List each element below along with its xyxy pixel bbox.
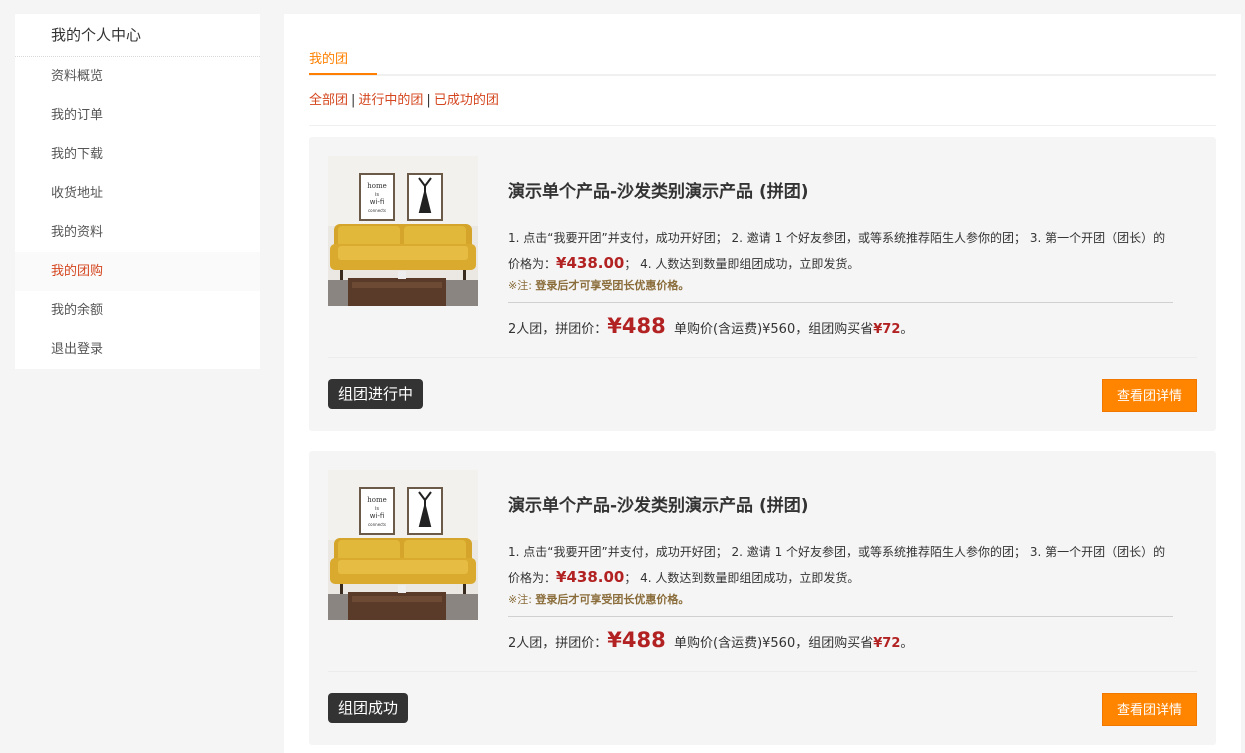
group-card: home is wi-fi connects 演示单个产品-沙发类别演示产品 (… <box>309 137 1216 431</box>
group-info: 演示单个产品-沙发类别演示产品 (拼团) 1. 点击“我要开团”并支付，成功开好… <box>508 491 1173 655</box>
saving-amount: ¥72 <box>873 322 901 337</box>
login-note: ※注: 登录后才可享受团长优惠价格。 <box>508 277 1173 295</box>
filter-successful-groups[interactable]: 已成功的团 <box>434 93 499 108</box>
sidebar-item-group-buy[interactable]: 我的团购 <box>15 252 260 291</box>
single-price-text: 单购价(含运费)¥560，组团购买省 <box>674 322 874 337</box>
card-footer: 组团进行中 查看团详情 <box>328 357 1197 431</box>
saving-suffix: 。 <box>900 322 914 337</box>
login-note: ※注: 登录后才可享受团长优惠价格。 <box>508 591 1173 609</box>
group-size-label: 2人团，拼团价： <box>508 322 608 337</box>
group-price: ¥488 <box>607 314 666 338</box>
status-badge: 组团成功 <box>328 693 409 723</box>
product-image[interactable]: home is wi-fi connects <box>328 156 478 306</box>
group-card: home is wi-fi connects 演示单个产品-沙发类别演示产品 (… <box>309 451 1216 745</box>
sidebar: 我的个人中心 资料概览 我的订单 我的下载 收货地址 我的资料 我的团购 我的余… <box>15 14 260 369</box>
poster-text: connects <box>368 522 386 527</box>
filter-in-progress-groups[interactable]: 进行中的团 <box>358 93 423 108</box>
leader-price: ¥438.00 <box>556 568 625 586</box>
rules-text: ； 4. 人数达到数量即组团成功，立即发货。 <box>624 257 860 271</box>
leader-price: ¥438.00 <box>556 254 625 272</box>
filter-separator: | <box>351 93 356 108</box>
sidebar-item-downloads[interactable]: 我的下载 <box>15 135 260 174</box>
poster-text: home <box>367 182 387 190</box>
product-image[interactable]: home is wi-fi connects <box>328 470 478 620</box>
price-line: 2人团，拼团价：¥488 单购价(含运费)¥560，组团购买省¥72。 <box>508 625 1173 655</box>
sidebar-item-logout[interactable]: 退出登录 <box>15 330 260 369</box>
price-line: 2人团，拼团价：¥488 单购价(含运费)¥560，组团购买省¥72。 <box>508 311 1173 341</box>
card-footer: 组团成功 查看团详情 <box>328 671 1197 745</box>
view-group-details-button[interactable]: 查看团详情 <box>1102 379 1197 412</box>
group-price: ¥488 <box>607 628 666 652</box>
poster-text: home <box>367 496 387 504</box>
sidebar-item-orders[interactable]: 我的订单 <box>15 96 260 135</box>
tab-my-groups[interactable]: 我的团 <box>309 48 377 75</box>
divider <box>508 302 1173 303</box>
filter-all-groups[interactable]: 全部团 <box>309 93 348 108</box>
tab-bar: 我的团 <box>309 14 1216 76</box>
filter-separator: | <box>426 93 431 108</box>
view-group-details-button[interactable]: 查看团详情 <box>1102 693 1197 726</box>
group-filters: 全部团 | 进行中的团 | 已成功的团 <box>309 76 1216 126</box>
saving-suffix: 。 <box>900 636 914 651</box>
note-text: 登录后才可享受团长优惠价格。 <box>535 593 690 606</box>
sidebar-item-profile[interactable]: 我的资料 <box>15 213 260 252</box>
main-panel: 我的团 全部团 | 进行中的团 | 已成功的团 home is wi-fi connec… <box>284 14 1241 753</box>
poster-text: wi-fi <box>370 512 385 520</box>
product-title[interactable]: 演示单个产品-沙发类别演示产品 (拼团) <box>508 177 1173 202</box>
poster-text: connects <box>368 208 386 213</box>
group-size-label: 2人团，拼团价： <box>508 636 608 651</box>
sidebar-item-balance[interactable]: 我的余额 <box>15 291 260 330</box>
product-title[interactable]: 演示单个产品-沙发类别演示产品 (拼团) <box>508 491 1173 516</box>
single-price-text: 单购价(含运费)¥560，组团购买省 <box>674 636 874 651</box>
note-prefix: ※注: <box>508 593 536 606</box>
sidebar-item-address[interactable]: 收货地址 <box>15 174 260 213</box>
note-prefix: ※注: <box>508 279 536 292</box>
group-rules: 1. 点击“我要开团”并支付，成功开好团； 2. 邀请 1 个好友参团，或等系统… <box>508 226 1173 277</box>
group-info: 演示单个产品-沙发类别演示产品 (拼团) 1. 点击“我要开团”并支付，成功开好… <box>508 177 1173 341</box>
divider <box>508 616 1173 617</box>
group-rules: 1. 点击“我要开团”并支付，成功开好团； 2. 邀请 1 个好友参团，或等系统… <box>508 540 1173 591</box>
rules-text: ； 4. 人数达到数量即组团成功，立即发货。 <box>624 571 860 585</box>
poster-text: wi-fi <box>370 198 385 206</box>
saving-amount: ¥72 <box>873 636 901 651</box>
note-text: 登录后才可享受团长优惠价格。 <box>535 279 690 292</box>
status-badge: 组团进行中 <box>328 379 424 409</box>
sidebar-title: 我的个人中心 <box>15 14 260 57</box>
sidebar-item-overview[interactable]: 资料概览 <box>15 57 260 96</box>
